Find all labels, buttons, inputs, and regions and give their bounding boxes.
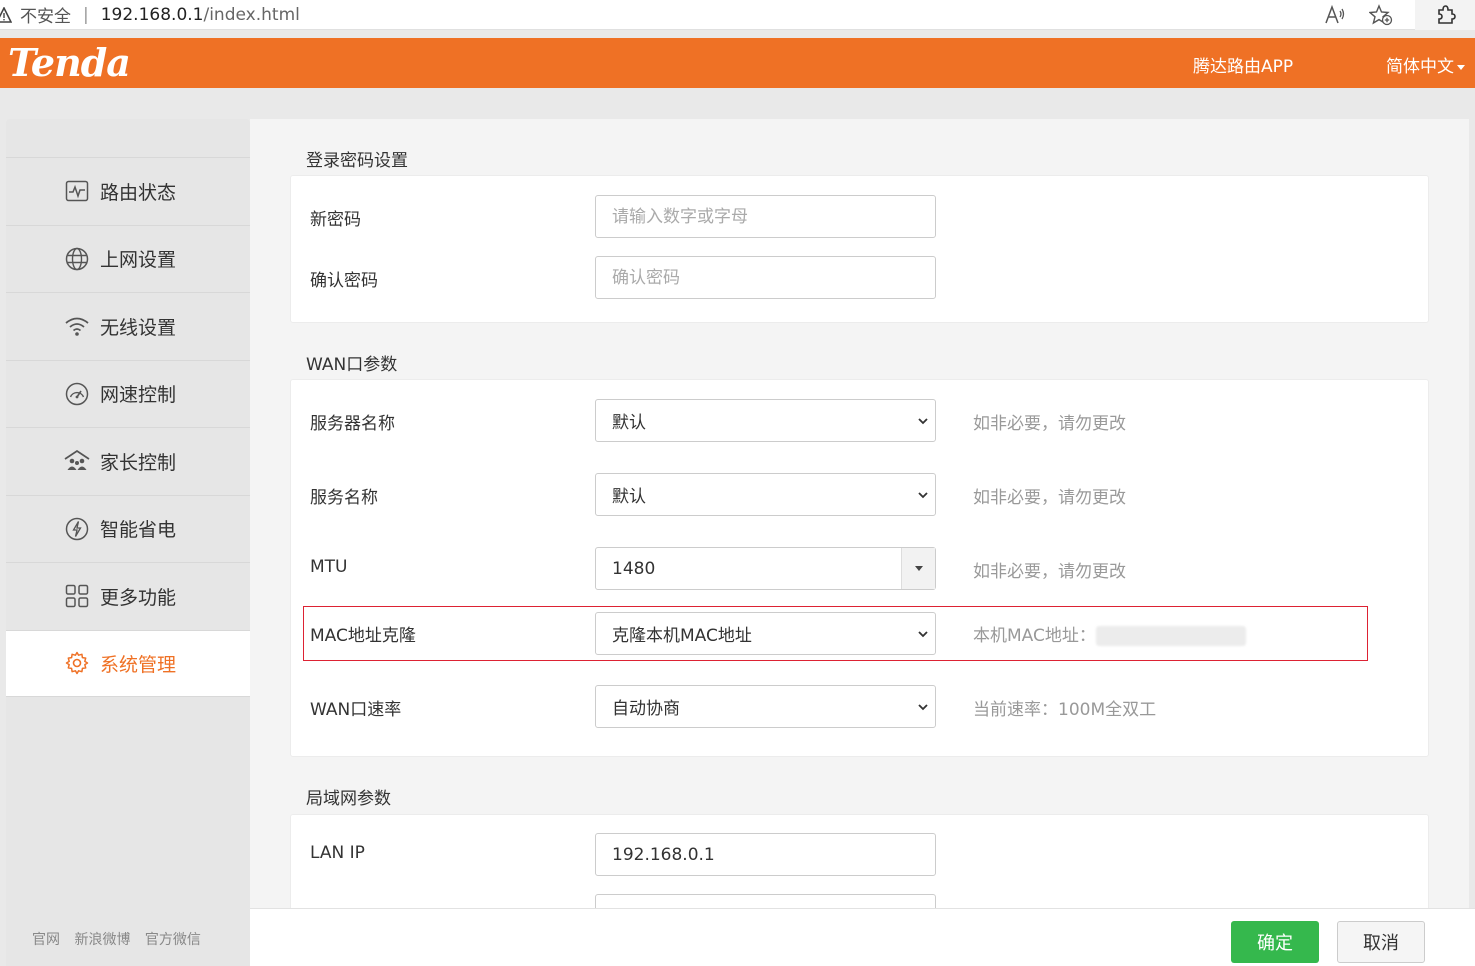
server-name-row: 服务器名称 默认 如非必要，请勿更改 (291, 399, 1430, 442)
warning-icon (0, 6, 12, 23)
pulse-icon (64, 178, 90, 204)
server-name-select[interactable]: 默认 (595, 399, 936, 442)
sidebar-nav: 路由状态 上网设置 无线设置 网速控制 家长控制 智能省电 更多功能 系统管理 (6, 157, 250, 697)
sidebar-item-label: 上网设置 (100, 249, 177, 272)
chevron-down-icon (918, 704, 928, 711)
new-password-input[interactable] (595, 195, 936, 238)
wan-speed-select[interactable]: 自动协商 (595, 685, 936, 728)
login-password-card: 新密码 确认密码 (290, 175, 1429, 323)
url-field[interactable]: 192.168.0.1/index.html (101, 5, 300, 25)
mac-clone-label: MAC地址克隆 (310, 626, 416, 646)
cancel-button[interactable]: 取消 (1337, 921, 1425, 963)
wan-card: 服务器名称 默认 如非必要，请勿更改 服务名称 默认 如非必要，请勿更改 MTU… (290, 379, 1429, 757)
url-path: /index.html (203, 4, 300, 25)
caret-down-icon[interactable] (901, 548, 935, 589)
sidebar-item-internet-settings[interactable]: 上网设置 (6, 224, 250, 293)
service-name-select[interactable]: 默认 (595, 473, 936, 516)
action-bar: 确定 取消 (250, 908, 1475, 966)
mtu-row: MTU 1480 如非必要，请勿更改 (291, 547, 1430, 590)
service-name-label: 服务名称 (310, 488, 378, 508)
service-name-row: 服务名称 默认 如非必要，请勿更改 (291, 473, 1430, 516)
address-separator: | (83, 4, 89, 25)
chevron-down-icon (918, 418, 928, 425)
sidebar-item-router-status[interactable]: 路由状态 (6, 157, 250, 225)
sidebar-item-label: 无线设置 (100, 316, 177, 339)
main-content: 登录密码设置 新密码 确认密码 WAN口参数 服务器名称 默认 如非必要，请勿更… (250, 119, 1469, 909)
wan-speed-value: 自动协商 (612, 699, 680, 719)
top-header: Tenda 腾达路由APP 简体中文 (0, 38, 1475, 88)
insecure-label[interactable]: 不安全 (20, 2, 71, 27)
globe-icon (64, 246, 90, 272)
mac-address-hint: 本机MAC地址： (973, 621, 1246, 646)
lan-ip-row: LAN IP (291, 833, 1430, 876)
section-title-wan: WAN口参数 (306, 355, 398, 375)
confirm-password-input[interactable] (595, 256, 936, 299)
mac-address-label: 本机MAC地址： (973, 626, 1096, 646)
caret-down-icon (1457, 64, 1465, 70)
sidebar-item-label: 系统管理 (100, 653, 177, 676)
subnet-mask-input[interactable] (595, 894, 936, 909)
extensions-icon[interactable] (1415, 0, 1475, 30)
url-host: 192.168.0.1 (100, 4, 204, 25)
new-password-label: 新密码 (310, 210, 361, 230)
mtu-combobox[interactable]: 1480 (595, 547, 936, 590)
confirm-password-row: 确认密码 (291, 256, 1430, 299)
add-favorite-icon[interactable] (1369, 3, 1393, 27)
sidebar-item-wireless-settings[interactable]: 无线设置 (6, 292, 250, 360)
footer-link-official-site[interactable]: 官网 (32, 932, 60, 948)
chevron-down-icon (918, 631, 928, 638)
sidebar-item-label: 路由状态 (100, 181, 177, 204)
family-icon (64, 448, 90, 474)
wifi-icon (64, 313, 90, 339)
sidebar-item-label: 智能省电 (100, 519, 177, 542)
chevron-down-icon (918, 492, 928, 499)
ok-button[interactable]: 确定 (1231, 921, 1319, 963)
mac-address-redacted (1095, 626, 1246, 646)
section-title-lan: 局域网参数 (306, 789, 391, 809)
language-selector[interactable]: 简体中文 (1386, 52, 1465, 77)
app-link[interactable]: 腾达路由APP (1193, 52, 1293, 77)
wan-speed-label: WAN口速率 (310, 700, 402, 720)
browser-address-bar: 不安全 | 192.168.0.1/index.html (0, 0, 1475, 30)
sidebar-item-power-saving[interactable]: 智能省电 (6, 494, 250, 563)
service-name-hint: 如非必要，请勿更改 (973, 488, 1126, 508)
new-password-row: 新密码 (291, 195, 1430, 238)
power-save-icon (64, 516, 90, 542)
mac-clone-select[interactable]: 克隆本机MAC地址 (595, 612, 936, 655)
wan-speed-row: WAN口速率 自动协商 当前速率：100M全双工 (291, 685, 1430, 728)
mtu-hint: 如非必要，请勿更改 (973, 562, 1126, 582)
gear-icon (64, 650, 90, 676)
sidebar-item-system-management[interactable]: 系统管理 (6, 629, 250, 697)
section-title-login-password: 登录密码设置 (306, 151, 408, 171)
mac-clone-row: MAC地址克隆 克隆本机MAC地址 本机MAC地址： (291, 606, 1430, 661)
language-label: 简体中文 (1386, 57, 1454, 77)
sidebar-item-more-features[interactable]: 更多功能 (6, 562, 250, 630)
footer-link-weibo[interactable]: 新浪微博 (74, 932, 130, 948)
sidebar-item-label: 家长控制 (100, 451, 177, 474)
sidebar-item-parental-control[interactable]: 家长控制 (6, 427, 250, 495)
grid-icon (64, 583, 90, 609)
read-aloud-icon[interactable] (1323, 3, 1347, 27)
lan-card: LAN IP (290, 814, 1429, 909)
sidebar: 路由状态 上网设置 无线设置 网速控制 家长控制 智能省电 更多功能 系统管理 … (6, 119, 250, 966)
confirm-password-label: 确认密码 (310, 271, 378, 291)
footer-links: 官网 新浪微博 官方微信 (32, 929, 211, 949)
wan-speed-hint: 当前速率：100M全双工 (973, 700, 1157, 720)
server-name-hint: 如非必要，请勿更改 (973, 414, 1126, 434)
lan-ip-input[interactable] (595, 833, 936, 876)
service-name-value: 默认 (612, 487, 646, 507)
tenda-logo: Tenda (8, 40, 131, 85)
mac-clone-value: 克隆本机MAC地址 (612, 626, 752, 646)
sidebar-item-label: 网速控制 (100, 384, 177, 407)
server-name-label: 服务器名称 (310, 414, 395, 434)
sidebar-item-label: 更多功能 (100, 586, 177, 609)
subnet-mask-row (291, 894, 1430, 909)
mtu-label: MTU (310, 557, 348, 577)
speedometer-icon (64, 381, 90, 407)
sidebar-item-speed-control[interactable]: 网速控制 (6, 359, 250, 428)
mtu-value: 1480 (612, 558, 656, 579)
footer-link-wechat[interactable]: 官方微信 (145, 932, 201, 948)
server-name-value: 默认 (612, 413, 646, 433)
lan-ip-label: LAN IP (310, 843, 365, 863)
